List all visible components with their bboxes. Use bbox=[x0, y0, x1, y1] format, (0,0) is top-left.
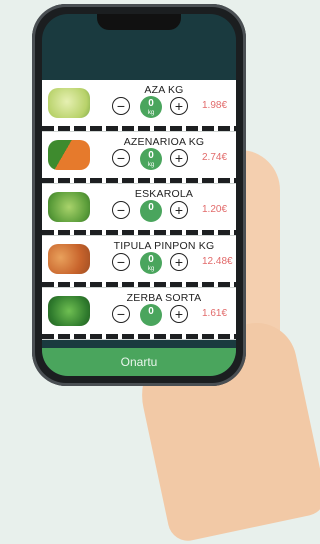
increase-button[interactable]: + bbox=[170, 305, 188, 323]
chard-image bbox=[48, 296, 90, 326]
row-divider bbox=[42, 178, 236, 183]
plus-icon: + bbox=[174, 254, 184, 270]
increase-button[interactable]: + bbox=[170, 253, 188, 271]
quantity-stepper: − 0 + bbox=[112, 304, 202, 327]
phone-notch bbox=[97, 14, 181, 30]
plus-icon: + bbox=[174, 306, 184, 322]
quantity-badge: 0 bbox=[140, 304, 162, 326]
endive-image bbox=[48, 192, 90, 222]
product-name: AZA KG bbox=[144, 84, 184, 96]
minus-icon: − bbox=[116, 98, 126, 114]
quantity-stepper: − 0 + bbox=[112, 200, 202, 223]
quantity-badge: 0 kg bbox=[140, 148, 162, 170]
increase-button[interactable]: + bbox=[170, 97, 188, 115]
product-name: ZERBA SORTA bbox=[126, 292, 202, 304]
plus-icon: + bbox=[174, 98, 184, 114]
minus-icon: − bbox=[116, 306, 126, 322]
product-row: ESKAROLA − 0 + 1.20€ bbox=[42, 184, 236, 236]
product-price: 2.74€ bbox=[202, 152, 228, 163]
increase-button[interactable]: + bbox=[170, 201, 188, 219]
product-name: TIPULA PINPON KG bbox=[113, 240, 215, 252]
product-list: AZA KG − 0 kg + 1.98€ AZENARIOA KG − 0 k… bbox=[42, 80, 236, 340]
quantity-badge: 0 kg bbox=[140, 96, 162, 118]
quantity-value: 0 bbox=[148, 98, 154, 109]
row-divider bbox=[42, 126, 236, 131]
plus-icon: + bbox=[174, 150, 184, 166]
decrease-button[interactable]: − bbox=[112, 149, 130, 167]
quantity-unit: kg bbox=[147, 110, 155, 116]
product-price: 12.48€ bbox=[202, 256, 233, 267]
cabbage-image bbox=[48, 88, 90, 118]
product-row: AZA KG − 0 kg + 1.98€ bbox=[42, 80, 236, 132]
minus-icon: − bbox=[116, 150, 126, 166]
quantity-stepper: − 0 kg + bbox=[112, 96, 202, 119]
product-price: 1.98€ bbox=[202, 100, 228, 111]
phone-screen: AZA KG − 0 kg + 1.98€ AZENARIOA KG − 0 k… bbox=[42, 14, 236, 376]
accept-button[interactable]: Onartu bbox=[42, 348, 236, 376]
onion-image bbox=[48, 244, 90, 274]
quantity-stepper: − 0 kg + bbox=[112, 148, 202, 171]
quantity-unit: kg bbox=[147, 266, 155, 272]
minus-icon: − bbox=[116, 254, 126, 270]
quantity-stepper: − 0 kg + bbox=[112, 252, 202, 275]
product-price: 1.20€ bbox=[202, 204, 228, 215]
product-row: ZERBA SORTA − 0 + 1.61€ bbox=[42, 288, 236, 340]
quantity-value: 0 bbox=[148, 306, 154, 317]
quantity-value: 0 bbox=[148, 150, 154, 161]
row-divider bbox=[42, 282, 236, 287]
decrease-button[interactable]: − bbox=[112, 253, 130, 271]
quantity-value: 0 bbox=[148, 202, 154, 213]
decrease-button[interactable]: − bbox=[112, 201, 130, 219]
product-row: AZENARIOA KG − 0 kg + 2.74€ bbox=[42, 132, 236, 184]
product-name: AZENARIOA KG bbox=[123, 136, 205, 148]
quantity-value: 0 bbox=[148, 254, 154, 265]
product-name: ESKAROLA bbox=[134, 188, 194, 200]
carrot-image bbox=[48, 140, 90, 170]
product-price: 1.61€ bbox=[202, 308, 228, 319]
quantity-badge: 0 bbox=[140, 200, 162, 222]
quantity-badge: 0 kg bbox=[140, 252, 162, 274]
plus-icon: + bbox=[174, 202, 184, 218]
decrease-button[interactable]: − bbox=[112, 97, 130, 115]
increase-button[interactable]: + bbox=[170, 149, 188, 167]
phone-frame: AZA KG − 0 kg + 1.98€ AZENARIOA KG − 0 k… bbox=[32, 4, 246, 386]
minus-icon: − bbox=[116, 202, 126, 218]
row-divider bbox=[42, 334, 236, 339]
product-row: TIPULA PINPON KG − 0 kg + 12.48€ bbox=[42, 236, 236, 288]
quantity-unit: kg bbox=[147, 162, 155, 168]
accept-button-label: Onartu bbox=[120, 355, 158, 369]
row-divider bbox=[42, 230, 236, 235]
decrease-button[interactable]: − bbox=[112, 305, 130, 323]
